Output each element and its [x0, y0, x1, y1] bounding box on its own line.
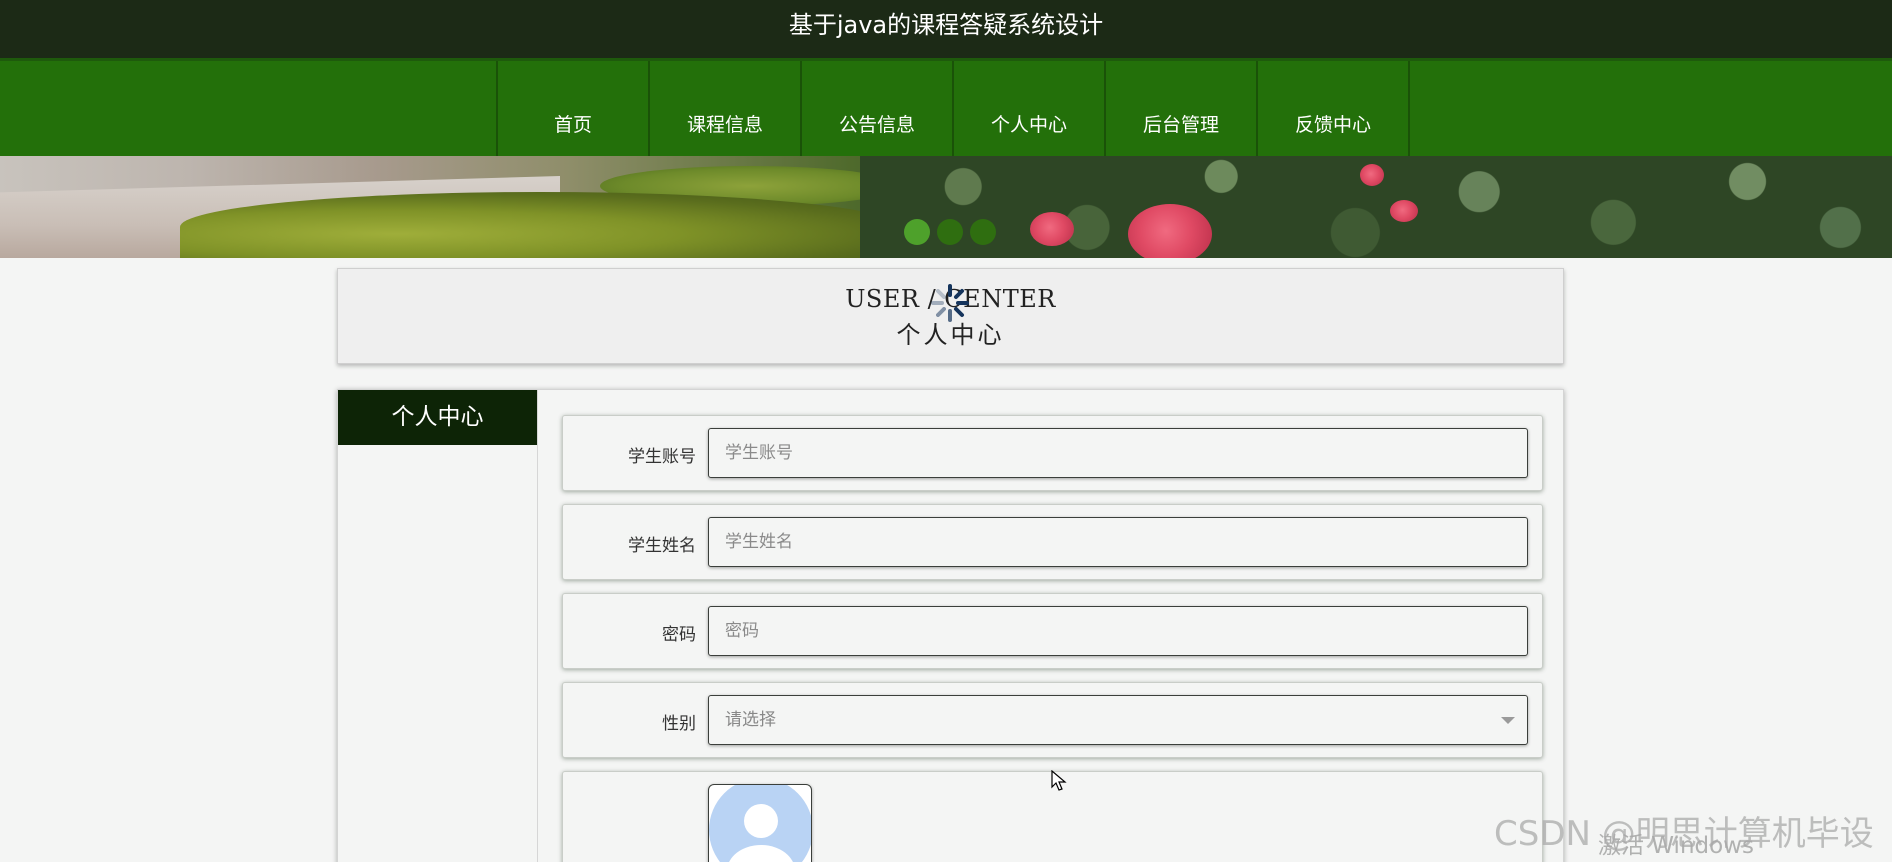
gender-select-value: 请选择	[725, 710, 776, 730]
nav-item-admin[interactable]: 后台管理	[1106, 61, 1258, 159]
chevron-down-icon	[1501, 717, 1515, 724]
gender-label: 性别	[662, 714, 696, 734]
avatar-upload[interactable]	[708, 784, 812, 862]
account-input[interactable]	[708, 428, 1528, 478]
banner-flower	[1390, 200, 1418, 222]
carousel-dots	[904, 219, 996, 245]
banner-flower	[1128, 204, 1212, 258]
gender-select[interactable]: 请选择	[708, 695, 1528, 745]
banner-image-hedge	[180, 192, 900, 258]
carousel-dot-1[interactable]	[904, 219, 930, 245]
form-row-account: 学生账号	[562, 415, 1543, 491]
account-label: 学生账号	[628, 447, 696, 467]
nav-item-courses[interactable]: 课程信息	[650, 61, 802, 159]
name-label: 学生姓名	[628, 536, 696, 556]
form-row-gender: 性别 请选择	[562, 682, 1543, 758]
banner-flower	[1360, 164, 1384, 186]
user-center-panel: 个人中心 学生账号 学生姓名 密码 性别 请选择	[337, 389, 1564, 862]
site-title-bar: 基于java的课程答疑系统设计	[0, 0, 1892, 58]
password-input[interactable]	[708, 606, 1528, 656]
password-label: 密码	[662, 625, 696, 645]
side-menu: 个人中心	[338, 390, 538, 862]
banner-flower	[1030, 212, 1074, 246]
nav-item-user-center[interactable]: 个人中心	[954, 61, 1106, 159]
nav-item-feedback[interactable]: 反馈中心	[1258, 61, 1410, 159]
form-row-password: 密码	[562, 593, 1543, 669]
main-nav: 首页 课程信息 公告信息 个人中心 后台管理 反馈中心	[0, 58, 1892, 159]
nav-item-announcements[interactable]: 公告信息	[802, 61, 954, 159]
carousel-dot-3[interactable]	[970, 219, 996, 245]
loading-spinner-icon	[931, 284, 969, 322]
nav-item-home[interactable]: 首页	[498, 61, 650, 159]
user-avatar-icon	[709, 785, 811, 862]
name-input[interactable]	[708, 517, 1528, 567]
csdn-watermark: CSDN @明思计算机毕设	[1494, 814, 1874, 854]
mouse-cursor-icon	[1051, 770, 1067, 791]
site-title: 基于java的课程答疑系统设计	[788, 11, 1104, 39]
carousel-dot-2[interactable]	[937, 219, 963, 245]
form-row-name: 学生姓名	[562, 504, 1543, 580]
banner-carousel	[0, 156, 1892, 258]
side-menu-title[interactable]: 个人中心	[338, 390, 537, 445]
page: 基于java的课程答疑系统设计 首页 课程信息 公告信息 个人中心 后台管理 反…	[0, 0, 1892, 862]
nav-items: 首页 课程信息 公告信息 个人中心 后台管理 反馈中心	[496, 61, 1410, 159]
